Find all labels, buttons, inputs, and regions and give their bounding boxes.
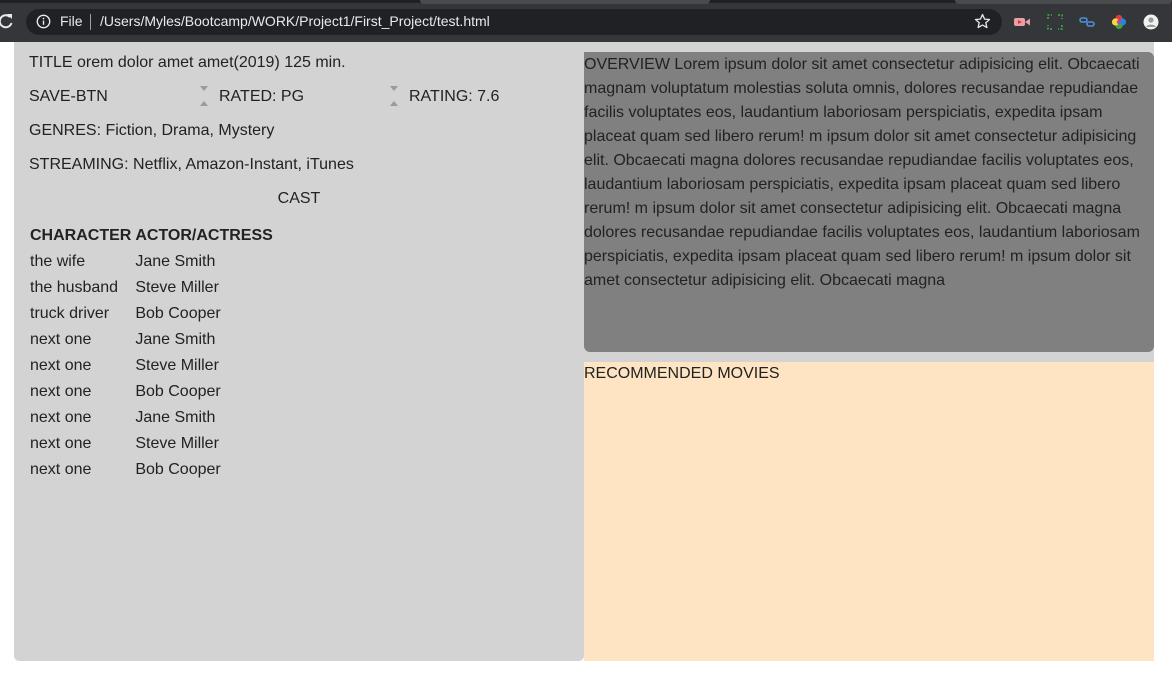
table-row: truck driver Bob Cooper: [28, 301, 275, 327]
movie-title: TITLE orem dolor amet amet(2019) 125 min…: [29, 54, 346, 71]
character-cell: next one: [30, 357, 92, 374]
table-row: the husband Steve Miller: [28, 275, 275, 301]
table-row: next one Bob Cooper: [28, 457, 275, 483]
cast-header-row: CHARACTER ACTOR/ACTRESS: [28, 223, 275, 249]
video-extension-icon[interactable]: [1013, 13, 1031, 31]
link-extension-icon[interactable]: [1078, 13, 1096, 31]
right-column: OVERVIEW Lorem ipsum dolor sit amet cons…: [584, 42, 1172, 674]
actor-cell: Jane Smith: [135, 331, 216, 348]
overview-container: OVERVIEW Lorem ipsum dolor sit amet cons…: [584, 42, 1154, 362]
table-row: next one Jane Smith: [28, 327, 275, 353]
cast-heading: CAST: [277, 190, 321, 207]
actor-cell: Bob Cooper: [135, 305, 221, 322]
table-row: next one Steve Miller: [28, 431, 275, 457]
star-icon[interactable]: [974, 13, 991, 30]
cast-table: CHARACTER ACTOR/ACTRESS the wife Jane Smi…: [28, 223, 275, 483]
screenshot-extension-icon[interactable]: [1046, 13, 1064, 31]
character-cell: next one: [30, 461, 92, 478]
character-cell: next one: [30, 435, 92, 452]
actor-column-header: ACTOR/ACTRESS: [135, 227, 273, 244]
actor-cell: Jane Smith: [135, 409, 216, 426]
actor-cell: Jane Smith: [135, 253, 216, 270]
resize-handle-icon[interactable]: [199, 84, 209, 108]
url-text[interactable]: /Users/Myles/Bootcamp/WORK/Project1/Firs…: [100, 13, 490, 29]
character-cell: the husband: [30, 279, 119, 296]
genres-label: GENRES: Fiction, Drama, Mystery: [29, 122, 275, 139]
actor-cell: Steve Miller: [135, 435, 219, 452]
character-column-header: CHARACTER: [30, 227, 132, 244]
browser-toolbar: File /Users/Myles/Bootcamp/WORK/Project1…: [0, 0, 1172, 42]
table-row: the wife Jane Smith: [28, 249, 275, 275]
actor-cell: Steve Miller: [135, 279, 219, 296]
address-divider: [90, 14, 91, 30]
streaming-label: STREAMING: Netflix, Amazon-Instant, iTun…: [29, 156, 354, 173]
tab-edge[interactable]: [955, 0, 1172, 4]
actor-cell: Steve Miller: [135, 357, 219, 374]
recommended-movies-title: RECOMMENDED MOVIES: [584, 365, 780, 382]
rating-label: RATING: 7.6: [409, 88, 500, 105]
table-row: next one Jane Smith: [28, 405, 275, 431]
character-cell: the wife: [30, 253, 86, 270]
save-button[interactable]: SAVE-BTN: [29, 88, 108, 106]
movie-details-panel: TITLE orem dolor amet amet(2019) 125 min…: [14, 42, 584, 661]
character-cell: next one: [30, 409, 92, 426]
character-cell: next one: [30, 331, 92, 348]
page-viewport: TITLE orem dolor amet amet(2019) 125 min…: [0, 42, 1172, 674]
character-cell: truck driver: [30, 305, 110, 322]
resize-handle-icon[interactable]: [389, 84, 399, 108]
actor-cell: Bob Cooper: [135, 383, 221, 400]
table-row: next one Bob Cooper: [28, 379, 275, 405]
info-icon[interactable]: [36, 14, 51, 29]
table-row: next one Steve Miller: [28, 353, 275, 379]
overview-box: OVERVIEW Lorem ipsum dolor sit amet cons…: [584, 52, 1154, 352]
url-scheme-label[interactable]: File: [60, 13, 83, 29]
recommended-movies-panel: RECOMMENDED MOVIES: [584, 362, 1154, 661]
overview-text: OVERVIEW Lorem ipsum dolor sit amet cons…: [584, 56, 1140, 289]
character-cell: next one: [30, 383, 92, 400]
rated-label: RATED: PG: [219, 88, 305, 105]
tab-edge[interactable]: [420, 0, 710, 4]
color-wheel-extension-icon[interactable]: [1110, 13, 1128, 31]
profile-avatar-icon[interactable]: [1142, 13, 1160, 31]
reload-icon[interactable]: [0, 12, 15, 30]
actor-cell: Bob Cooper: [135, 461, 221, 478]
